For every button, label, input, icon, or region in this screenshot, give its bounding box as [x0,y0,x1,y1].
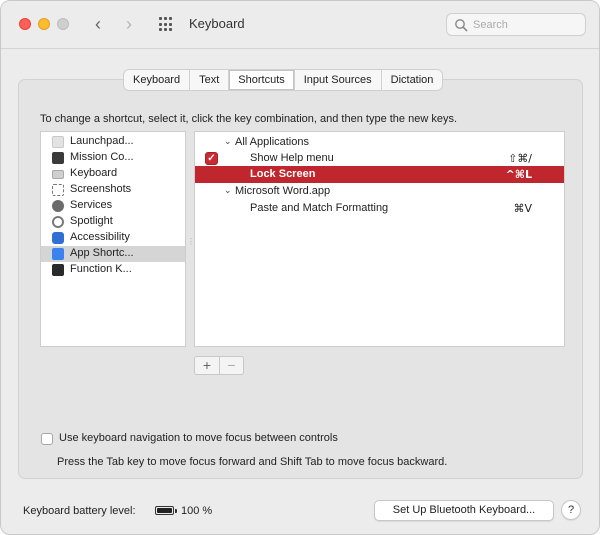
shortcut-label: Show Help menu [250,152,334,164]
category-label: Function K... [70,263,132,275]
shortcut-group-microsoft-word[interactable]: ⌄ Microsoft Word.app [195,183,564,200]
keyboard-navigation-label[interactable]: Use keyboard navigation to move focus be… [59,432,338,444]
search-input[interactable] [473,17,581,33]
category-item-app-shortcuts[interactable]: App Shortc... [41,246,185,262]
category-item-accessibility[interactable]: Accessibility [41,230,185,246]
enabled-checkbox[interactable]: ✓ [205,152,218,165]
keyboard-navigation-help: Press the Tab key to move focus forward … [57,456,448,468]
shortcut-row-paste-and-match[interactable]: Paste and Match Formatting ⌘V [195,200,564,217]
show-all-grid-icon[interactable] [159,17,174,32]
close-window-button[interactable] [19,18,31,30]
launchpad-icon [52,136,64,148]
keyboard-navigation-checkbox[interactable] [41,433,53,445]
category-label: Accessibility [70,231,130,243]
category-item-screenshots[interactable]: Screenshots [41,182,185,198]
battery-label: Keyboard battery level: [23,505,136,517]
category-list[interactable]: Launchpad... Mission Co... Keyboard Scre… [40,131,186,347]
help-button[interactable]: ? [561,500,581,520]
battery-icon [155,506,177,515]
shortcut-group-all-applications[interactable]: ⌄ All Applications [195,134,564,151]
category-item-mission-control[interactable]: Mission Co... [41,150,185,166]
shortcut-row-show-help-menu[interactable]: ✓ Show Help menu ⇧⌘/ [195,150,564,167]
keyboard-icon [52,170,64,179]
remove-shortcut-button[interactable]: − [219,357,243,374]
shortcut-label: Paste and Match Formatting [250,202,389,214]
category-label: Mission Co... [70,151,134,163]
minimize-window-button[interactable] [38,18,50,30]
battery-percent: 100 % [181,505,213,517]
category-label: App Shortc... [70,247,134,259]
category-item-spotlight[interactable]: Spotlight [41,214,185,230]
back-chevron-icon[interactable]: ‹ [89,13,107,35]
services-gear-icon [52,200,64,212]
tab-text[interactable]: Text [190,70,230,90]
category-item-launchpad[interactable]: Launchpad... [41,134,185,150]
category-label: Launchpad... [70,135,134,147]
function-keys-icon [52,264,64,276]
accessibility-icon [52,232,64,244]
setup-bluetooth-keyboard-button[interactable]: Set Up Bluetooth Keyboard... [374,500,554,521]
shortcut-row-lock-screen[interactable]: Lock Screen ^⌘L [195,166,564,183]
tab-shortcuts[interactable]: Shortcuts [229,70,295,90]
shortcut-keys[interactable]: ⌘V [513,202,532,215]
category-label: Keyboard [70,167,118,179]
search-field[interactable] [446,13,586,36]
mission-control-icon [52,152,64,164]
category-label: Services [70,199,113,211]
tab-dictation[interactable]: Dictation [382,70,443,90]
group-label: Microsoft Word.app [235,185,331,197]
add-remove-control: + − [194,356,244,375]
battery-fill [157,508,172,513]
category-item-services[interactable]: Services [41,198,185,214]
spotlight-icon [52,216,64,228]
shortcut-keys[interactable]: ^⌘L [506,168,532,181]
disclosure-chevron-icon[interactable]: ⌄ [224,185,232,196]
tab-bar: Keyboard Text Shortcuts Input Sources Di… [123,69,444,91]
group-label: All Applications [235,136,309,148]
forward-chevron-icon[interactable]: › [120,13,138,35]
tab-keyboard[interactable]: Keyboard [124,70,191,90]
add-shortcut-button[interactable]: + [195,357,219,374]
screenshots-icon [52,184,64,196]
title-bar: ‹ › Keyboard [1,1,599,49]
category-item-keyboard[interactable]: Keyboard [41,166,185,182]
category-item-function-keys[interactable]: Function K... [41,262,185,278]
category-label: Screenshots [70,183,132,195]
disclosure-chevron-icon[interactable]: ⌄ [224,136,232,147]
splitter-handle[interactable]: ⋮ [187,237,195,246]
instructions-text: To change a shortcut, select it, click t… [40,113,458,125]
shortcut-list[interactable]: ⌄ All Applications ✓ Show Help menu ⇧⌘/ … [194,131,565,347]
shortcut-label: Lock Screen [250,168,316,180]
search-icon [455,19,468,32]
keyboard-preferences-window: ‹ › Keyboard Keyboard Text Shortcuts Inp… [0,0,600,535]
window-title: Keyboard [189,16,245,31]
shortcut-keys[interactable]: ⇧⌘/ [508,152,532,165]
category-label: Spotlight [70,215,113,227]
app-shortcuts-icon [52,248,64,260]
tab-input-sources[interactable]: Input Sources [295,70,382,90]
zoom-window-button[interactable] [57,18,69,30]
